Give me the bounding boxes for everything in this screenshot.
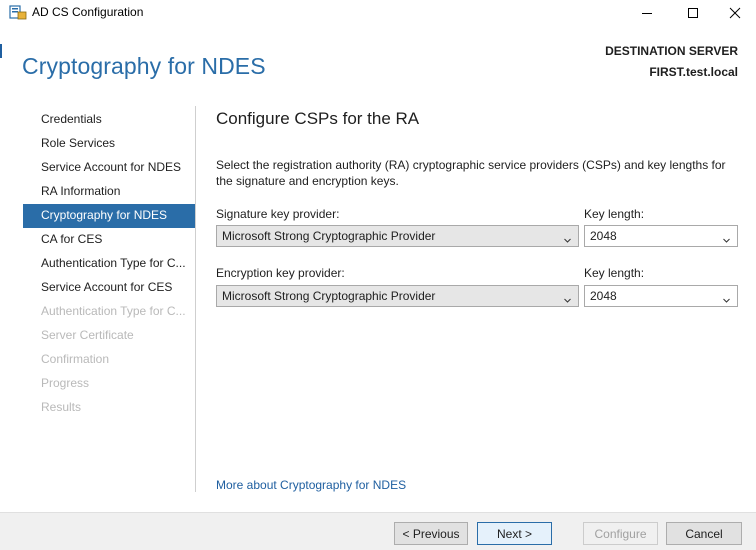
wizard-nav: Credentials Role Services Service Accoun… [23, 108, 195, 420]
page-title: Cryptography for NDES [22, 53, 266, 79]
window-title: AD CS Configuration [32, 5, 144, 19]
nav-item-confirmation: Confirmation [41, 352, 110, 366]
previous-button[interactable]: < Previous [394, 522, 468, 545]
cancel-button[interactable]: Cancel [666, 522, 742, 545]
signature-key-length-dropdown[interactable]: 2048 [584, 225, 738, 247]
destination-server-label: DESTINATION SERVER [605, 44, 738, 58]
nav-item-service-account-ndes[interactable]: Service Account for NDES [23, 156, 195, 180]
nav-divider [195, 106, 196, 492]
next-button[interactable]: Next > [477, 522, 552, 545]
section-description: Select the registration authority (RA) c… [216, 158, 726, 188]
section-title: Configure CSPs for the RA [216, 109, 420, 128]
signature-provider-label: Signature key provider: [216, 207, 340, 221]
nav-item-authentication-type-cep: Authentication Type for C... [41, 304, 186, 318]
encryption-provider-value: Microsoft Strong Cryptographic Provider [222, 289, 436, 303]
nav-item-credentials[interactable]: Credentials [23, 108, 195, 132]
nav-item-ca-for-ces[interactable]: CA for CES [23, 228, 195, 252]
minimize-button[interactable] [624, 0, 670, 26]
nav-item-service-account-ces[interactable]: Service Account for CES [23, 276, 195, 300]
signature-key-length-value: 2048 [590, 229, 617, 243]
signature-provider-dropdown[interactable]: Microsoft Strong Cryptographic Provider [216, 225, 579, 247]
nav-item-results: Results [41, 400, 82, 414]
encryption-provider-dropdown[interactable]: Microsoft Strong Cryptographic Provider [216, 285, 579, 307]
wizard-header: Cryptography for NDES DESTINATION SERVER… [0, 26, 756, 102]
nav-item-server-certificate: Server Certificate [41, 328, 134, 342]
configure-button: Configure [583, 522, 658, 545]
destination-server-name: FIRST.test.local [649, 65, 738, 79]
signature-key-length-label: Key length: [584, 207, 645, 221]
nav-item-ra-information[interactable]: RA Information [23, 180, 195, 204]
more-about-link[interactable]: More about Cryptography for NDES [216, 478, 406, 492]
encryption-provider-label: Encryption key provider: [216, 266, 345, 280]
nav-item-role-services[interactable]: Role Services [23, 132, 195, 156]
encryption-key-length-dropdown[interactable]: 2048 [584, 285, 738, 307]
encryption-key-length-label: Key length: [584, 266, 645, 280]
server-manager-icon [9, 4, 27, 20]
minimize-icon [641, 7, 653, 19]
window-edge-marker [0, 44, 2, 58]
maximize-icon [687, 7, 699, 19]
signature-provider-value: Microsoft Strong Cryptographic Provider [222, 229, 436, 243]
chevron-down-icon [722, 291, 731, 303]
close-button[interactable] [712, 0, 756, 26]
nav-item-progress: Progress [41, 376, 90, 390]
chevron-down-icon [563, 291, 572, 303]
chevron-down-icon [563, 231, 572, 243]
maximize-button[interactable] [670, 0, 716, 26]
encryption-key-length-value: 2048 [590, 289, 617, 303]
chevron-down-icon [722, 231, 731, 243]
nav-item-authentication-type-ces[interactable]: Authentication Type for C... [23, 252, 195, 276]
close-icon [729, 7, 741, 19]
nav-item-cryptography-ndes[interactable]: Cryptography for NDES [23, 204, 195, 228]
title-bar: AD CS Configuration [0, 0, 756, 26]
